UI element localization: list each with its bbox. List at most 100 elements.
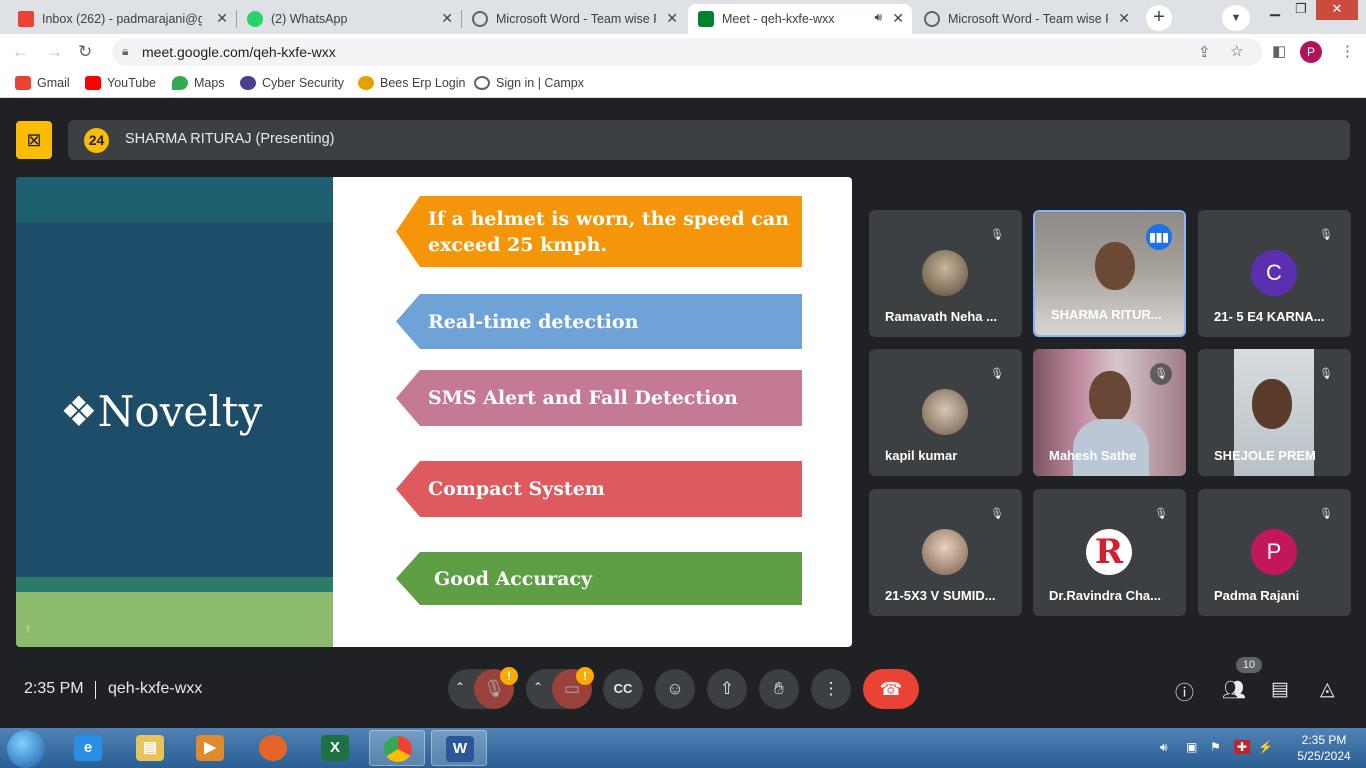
avatar bbox=[922, 250, 968, 296]
bee-icon bbox=[358, 76, 374, 90]
participant-name: Padma Rajani bbox=[1214, 588, 1300, 603]
tab-meet[interactable]: Meet - qeh-kxfe-wxx 🔊︎ ✕ bbox=[688, 4, 912, 34]
avatar: R bbox=[1086, 529, 1132, 575]
participant-name: kapil kumar bbox=[885, 448, 958, 463]
back-icon[interactable]: ← bbox=[12, 42, 29, 62]
info-icon[interactable]: ⓘ bbox=[1175, 678, 1194, 705]
action-center-icon[interactable]: ⚑ bbox=[1210, 740, 1221, 754]
power-icon[interactable]: ⚡ bbox=[1258, 740, 1273, 754]
mic-off-icon: 🎙︎ bbox=[986, 363, 1008, 385]
participant-tile[interactable]: P 🎙︎ Padma Rajani bbox=[1198, 489, 1351, 616]
close-icon[interactable]: ✕ bbox=[892, 10, 904, 27]
meeting-code: qeh-kxfe-wxx bbox=[108, 680, 203, 697]
chevron-up-icon[interactable]: ⌃ bbox=[533, 680, 543, 694]
bookmark-bees-erp[interactable]: Bees Erp Login bbox=[358, 76, 465, 90]
avatar bbox=[922, 529, 968, 575]
avatar bbox=[922, 389, 968, 435]
close-icon[interactable]: ✕ bbox=[666, 10, 678, 27]
avatar: P bbox=[1251, 529, 1297, 575]
raise-hand-icon[interactable]: ✋︎ bbox=[759, 669, 799, 709]
emoji-icon[interactable]: ☺ bbox=[655, 669, 695, 709]
meeting-time: 2:35 PM bbox=[24, 680, 84, 697]
reload-icon[interactable]: ↻ bbox=[78, 42, 92, 62]
avatar: C bbox=[1251, 250, 1297, 296]
tab-title: Microsoft Word - Team wise Pr bbox=[496, 12, 656, 26]
close-icon[interactable]: ✕ bbox=[441, 10, 453, 27]
bookmark-gmail[interactable]: Gmail bbox=[15, 76, 70, 90]
more-options-icon[interactable]: ⋮ bbox=[811, 669, 851, 709]
side-panel-icon[interactable]: ◧ bbox=[1272, 42, 1286, 60]
tab-gmail[interactable]: Inbox (262) - padmarajani@gn ✕ bbox=[8, 4, 236, 34]
participant-tile[interactable]: 🎙︎ Ramavath Neha ... bbox=[869, 210, 1022, 337]
mic-off-icon: 🎙︎ bbox=[1315, 363, 1337, 385]
mic-control[interactable]: ⌃ 🎙︎ ! bbox=[448, 667, 518, 709]
tab-word-2[interactable]: Microsoft Word - Team wise Pr ✕ bbox=[914, 4, 1138, 34]
volume-icon[interactable]: 🔊︎ bbox=[1160, 740, 1168, 755]
tab-word-1[interactable]: Microsoft Word - Team wise Pr ✕ bbox=[462, 4, 686, 34]
lock-icon[interactable]: 🔒︎ bbox=[122, 44, 128, 59]
taskbar-firefox[interactable] bbox=[245, 730, 301, 766]
participant-tile[interactable]: ▮▮▮ SHARMA RITUR... bbox=[1033, 210, 1186, 337]
slide-item: Good Accuracy bbox=[396, 552, 802, 605]
present-screen-icon[interactable]: ⇧ bbox=[707, 669, 747, 709]
address-bar[interactable]: 🔒︎ meet.google.com/qeh-kxfe-wxx ⇪ ☆ bbox=[112, 38, 1262, 66]
activities-icon[interactable]: ◬ bbox=[1320, 678, 1335, 701]
close-icon[interactable]: ✕ bbox=[1118, 10, 1130, 27]
taskbar-word[interactable]: W bbox=[431, 730, 487, 766]
tab-title: Microsoft Word - Team wise Pr bbox=[948, 12, 1108, 26]
system-clock[interactable]: 2:35 PM 5/25/2024 bbox=[1294, 732, 1354, 764]
maximize-button[interactable]: ❐ bbox=[1288, 0, 1314, 20]
participant-tile[interactable]: C 🎙︎ 21- 5 E4 KARNA... bbox=[1198, 210, 1351, 337]
bookmark-campx[interactable]: Sign in | Campx bbox=[474, 76, 584, 90]
tab-search-button[interactable]: ▼ bbox=[1222, 5, 1250, 31]
chat-icon[interactable]: ▤ bbox=[1271, 678, 1289, 701]
tab-whatsapp[interactable]: (2) WhatsApp ✕ bbox=[237, 4, 461, 34]
taskbar-file-explorer[interactable]: ▤ bbox=[122, 730, 178, 766]
start-button[interactable] bbox=[7, 730, 45, 768]
internet-explorer-icon: e bbox=[74, 735, 102, 761]
captions-icon[interactable]: CC bbox=[603, 669, 643, 709]
maps-icon bbox=[172, 76, 188, 90]
profile-avatar[interactable]: P bbox=[1300, 41, 1322, 63]
participant-tile[interactable]: 🎙︎ Mahesh Sathe bbox=[1033, 349, 1186, 476]
participant-tile[interactable]: 🎙︎ 21-5X3 V SUMID... bbox=[869, 489, 1022, 616]
bookmark-label: YouTube bbox=[107, 76, 157, 90]
taskbar-chrome[interactable] bbox=[369, 730, 425, 766]
presentation-icon[interactable]: ⊠ bbox=[16, 121, 52, 159]
participant-name: 21-5X3 V SUMID... bbox=[885, 588, 996, 603]
chrome-icon bbox=[384, 736, 412, 762]
camera-control[interactable]: ⌃ ▭ ! bbox=[526, 667, 594, 709]
taskbar-internet-explorer[interactable]: e bbox=[60, 730, 116, 766]
minimize-button[interactable]: ▁ bbox=[1262, 0, 1288, 20]
people-icon[interactable]: 👥︎ bbox=[1222, 678, 1246, 702]
forward-icon[interactable]: → bbox=[46, 42, 63, 62]
participant-tile[interactable]: 🎙︎ SHEJOLE PREM bbox=[1198, 349, 1351, 476]
share-icon[interactable]: ⇪ bbox=[1198, 43, 1211, 61]
new-tab-button[interactable]: + bbox=[1146, 5, 1172, 31]
taskbar-media-player[interactable]: ▶ bbox=[182, 730, 238, 766]
window-close-button[interactable]: ✕ bbox=[1316, 0, 1358, 20]
antivirus-icon[interactable]: ✚ bbox=[1234, 740, 1251, 754]
tab-title: (2) WhatsApp bbox=[271, 12, 348, 26]
close-icon[interactable]: ✕ bbox=[216, 10, 228, 27]
chevron-up-icon[interactable]: ⌃ bbox=[455, 680, 465, 694]
participant-tile[interactable]: 🎙︎ kapil kumar bbox=[869, 349, 1022, 476]
speaker-icon[interactable]: 🔊︎ bbox=[874, 10, 882, 25]
participant-tile[interactable]: R 🎙︎ Dr.Ravindra Cha... bbox=[1033, 489, 1186, 616]
mic-off-icon: 🎙︎ bbox=[1150, 363, 1172, 385]
menu-icon[interactable]: ⋮ bbox=[1340, 42, 1355, 60]
youtube-icon bbox=[85, 76, 101, 90]
excel-icon: X bbox=[321, 735, 349, 761]
taskbar-excel[interactable]: X bbox=[307, 730, 363, 766]
bookmark-star-icon[interactable]: ☆ bbox=[1230, 42, 1243, 60]
bookmark-maps[interactable]: Maps bbox=[172, 76, 225, 90]
folder-icon: ▤ bbox=[136, 735, 164, 761]
bookmark-label: Gmail bbox=[37, 76, 70, 90]
url-text: meet.google.com/qeh-kxfe-wxx bbox=[142, 44, 336, 60]
mic-off-icon: 🎙︎ bbox=[986, 503, 1008, 525]
bookmark-cyber-security[interactable]: Cyber Security bbox=[240, 76, 344, 90]
bookmark-youtube[interactable]: YouTube bbox=[85, 76, 156, 90]
windows-taskbar: e ▤ ▶ X W 🔊︎ ▣ ⚑ ✚ ⚡ 2:35 PM 5/25/2024 bbox=[0, 728, 1366, 768]
network-icon[interactable]: ▣ bbox=[1186, 740, 1197, 754]
end-call-button[interactable]: ☎︎ bbox=[863, 669, 919, 709]
